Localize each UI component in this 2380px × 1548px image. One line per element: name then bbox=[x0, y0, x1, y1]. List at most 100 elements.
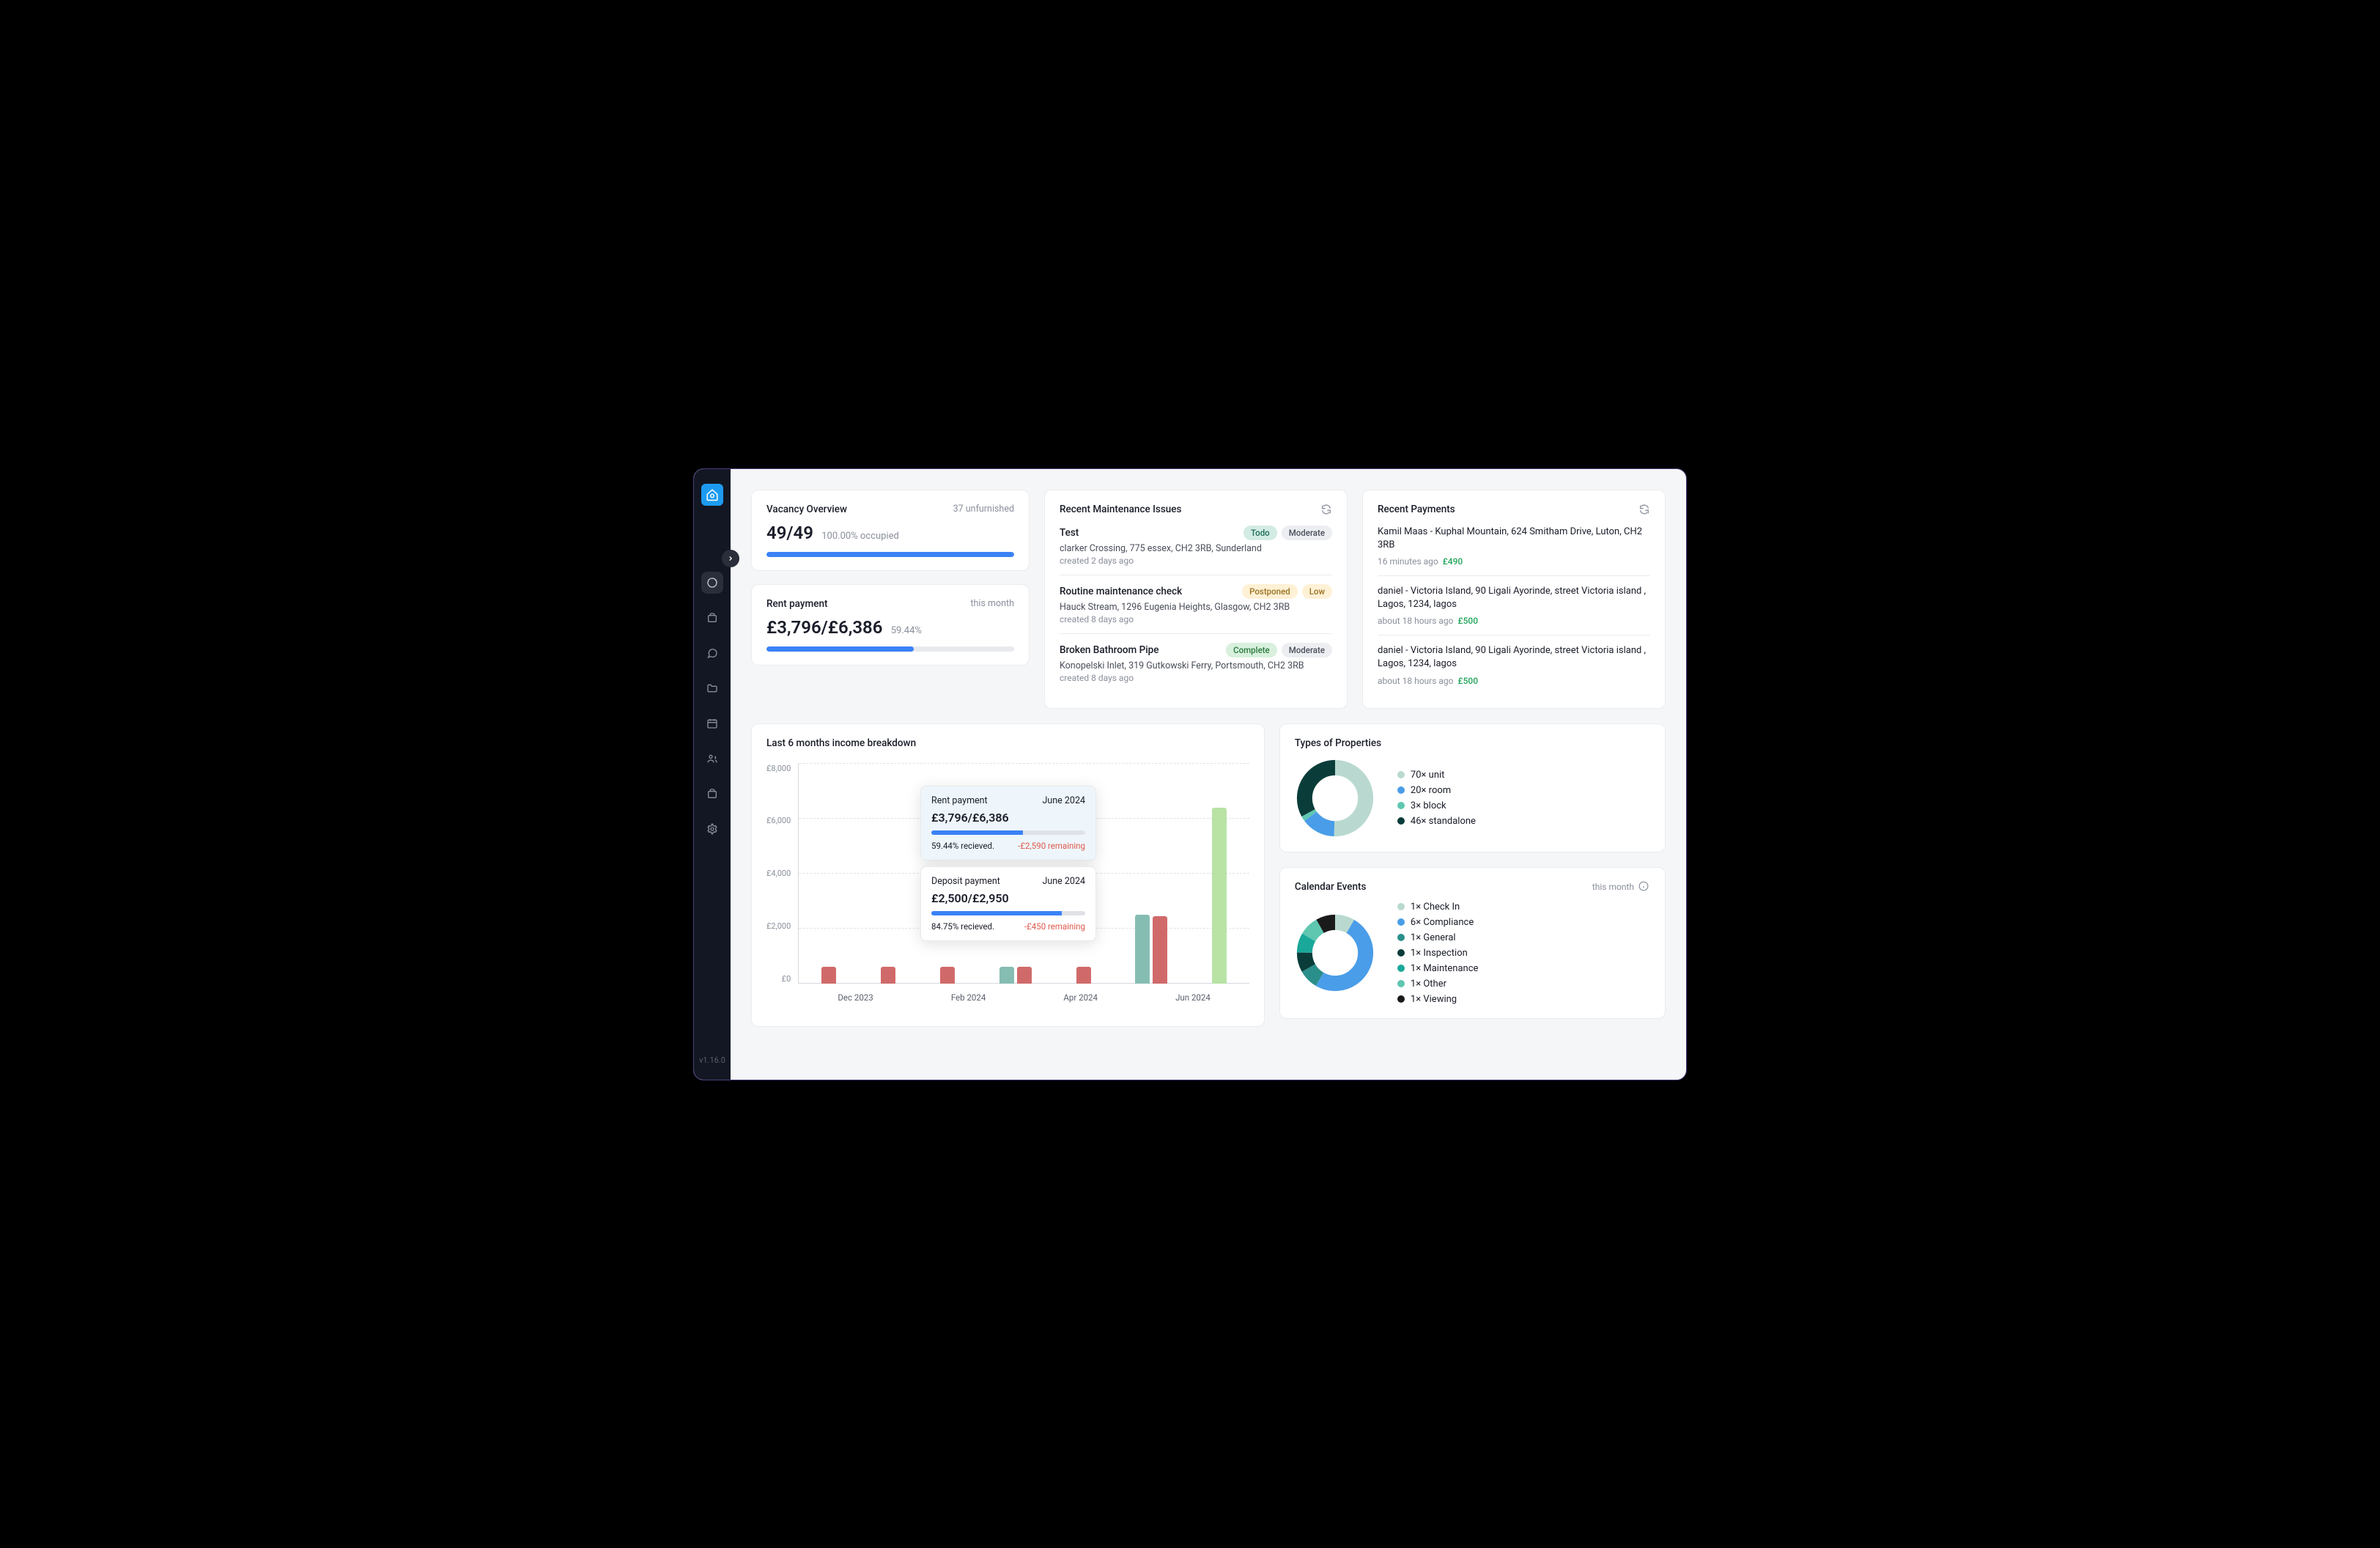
legend-item: 46× standalone bbox=[1397, 816, 1476, 827]
payment-amount: £490 bbox=[1443, 556, 1463, 567]
chart-tooltip: Deposit paymentJune 2024£2,500/£2,95084.… bbox=[920, 866, 1096, 941]
payment-description: daniel - Victoria Island, 90 Ligali Ayor… bbox=[1378, 644, 1650, 671]
nav-files[interactable] bbox=[701, 677, 723, 699]
rent-pct: 59.44% bbox=[891, 625, 922, 636]
property-types-title: Types of Properties bbox=[1295, 737, 1381, 749]
legend-text: 1× General bbox=[1411, 932, 1456, 943]
vacancy-unfurnished: 37 unfurnished bbox=[953, 504, 1014, 515]
legend-item: 1× Maintenance bbox=[1397, 963, 1479, 974]
vacancy-progress bbox=[766, 552, 1014, 557]
legend-item: 1× Viewing bbox=[1397, 994, 1479, 1005]
payment-amount: £500 bbox=[1458, 676, 1479, 686]
status-badge: Postponed bbox=[1242, 584, 1298, 599]
calendar-events-card: Calendar Events this month 1× Check In6×… bbox=[1279, 867, 1666, 1019]
legend-item: 6× Compliance bbox=[1397, 917, 1479, 928]
payment-time: about 18 hours ago bbox=[1378, 616, 1454, 626]
chart-y-axis: £8,000£6,000£4,000£2,000£0 bbox=[766, 764, 798, 984]
legend-item: 1× Other bbox=[1397, 978, 1479, 989]
x-tick-label: Jun 2024 bbox=[1175, 992, 1211, 1003]
vacancy-title: Vacancy Overview bbox=[766, 504, 847, 515]
x-tick-label: Apr 2024 bbox=[1063, 992, 1098, 1003]
income-chart-card: Last 6 months income breakdown £8,000£6,… bbox=[751, 723, 1265, 1027]
tooltip-remaining: -£2,590 remaining bbox=[1018, 841, 1085, 851]
tooltip-remaining: -£450 remaining bbox=[1024, 921, 1085, 932]
payment-description: Kamil Maas - Kuphal Mountain, 624 Smitha… bbox=[1378, 526, 1650, 552]
vacancy-stat: 49/49 bbox=[766, 523, 813, 543]
nav-contacts[interactable] bbox=[701, 748, 723, 770]
priority-badge: Moderate bbox=[1282, 526, 1332, 540]
legend-item: 20× room bbox=[1397, 785, 1476, 796]
tooltip-label: Rent payment bbox=[931, 795, 988, 806]
app-window: v1.16.0 Vacancy Overview 37 unfurnished … bbox=[693, 468, 1687, 1080]
legend-dot-icon bbox=[1397, 903, 1405, 910]
legend-dot-icon bbox=[1397, 965, 1405, 972]
info-icon[interactable] bbox=[1638, 881, 1650, 893]
legend-text: 70× unit bbox=[1411, 770, 1445, 781]
legend-text: 3× block bbox=[1411, 800, 1446, 811]
chart-title: Last 6 months income breakdown bbox=[766, 737, 916, 749]
chart-x-axis: Dec 2023Feb 2024Apr 2024Jun 2024 bbox=[799, 992, 1249, 1003]
chart-tooltips: Rent paymentJune 2024£3,796/£6,38659.44%… bbox=[920, 786, 1096, 941]
payment-item[interactable]: daniel - Victoria Island, 90 Ligali Ayor… bbox=[1378, 575, 1650, 635]
maintenance-item-location: Hauck Stream, 1296 Eugenia Heights, Glas… bbox=[1060, 602, 1332, 613]
payment-item[interactable]: Kamil Maas - Kuphal Mountain, 624 Smitha… bbox=[1378, 523, 1650, 575]
maintenance-card: Recent Maintenance Issues Test Todo Modera… bbox=[1044, 490, 1348, 709]
app-logo-icon[interactable] bbox=[701, 484, 723, 506]
tooltip-received: 84.75% recieved. bbox=[931, 921, 994, 932]
legend-item: 1× Check In bbox=[1397, 902, 1479, 913]
tooltip-period: June 2024 bbox=[1042, 795, 1085, 806]
maintenance-item-created: created 8 days ago bbox=[1060, 614, 1332, 624]
legend-text: 1× Maintenance bbox=[1411, 963, 1479, 974]
legend-dot-icon bbox=[1397, 949, 1405, 957]
status-badge: Todo bbox=[1243, 526, 1277, 540]
vacancy-occupied: 100.00% occupied bbox=[821, 531, 899, 542]
maintenance-item-title: Routine maintenance check bbox=[1060, 586, 1182, 597]
status-badge: Complete bbox=[1226, 643, 1277, 657]
legend-dot-icon bbox=[1397, 934, 1405, 941]
refresh-icon[interactable] bbox=[1320, 504, 1332, 515]
legend-dot-icon bbox=[1397, 786, 1405, 794]
version-label: v1.16.0 bbox=[699, 1055, 725, 1065]
refresh-icon[interactable] bbox=[1638, 504, 1650, 515]
rent-progress bbox=[766, 646, 1014, 652]
nav-properties[interactable] bbox=[701, 607, 723, 629]
sidebar-expand-button[interactable] bbox=[722, 550, 739, 567]
nav-calendar[interactable] bbox=[701, 712, 723, 734]
bar-group[interactable] bbox=[940, 967, 955, 984]
legend-text: 20× room bbox=[1411, 785, 1451, 796]
vacancy-card: Vacancy Overview 37 unfurnished 49/49 10… bbox=[751, 490, 1030, 571]
maintenance-item[interactable]: Test Todo Moderate clarker Crossing, 775 es… bbox=[1060, 523, 1332, 575]
maintenance-item-location: Konopelski Inlet, 319 Gutkowski Ferry, P… bbox=[1060, 660, 1332, 671]
maintenance-item[interactable]: Broken Bathroom PipeCompleteModerateKono… bbox=[1060, 633, 1332, 692]
main-content: Vacancy Overview 37 unfurnished 49/49 10… bbox=[731, 469, 1686, 1080]
payment-item[interactable]: daniel - Victoria Island, 90 Ligali Ayor… bbox=[1378, 635, 1650, 694]
legend-item: 1× General bbox=[1397, 932, 1479, 943]
maintenance-item-title: Test bbox=[1060, 527, 1079, 539]
tooltip-received: 59.44% recieved. bbox=[931, 841, 994, 851]
x-tick-label: Feb 2024 bbox=[951, 992, 986, 1003]
nav-messages[interactable] bbox=[701, 642, 723, 664]
legend-item: 1× Inspection bbox=[1397, 948, 1479, 959]
nav-tasks[interactable] bbox=[701, 783, 723, 805]
sidebar: v1.16.0 bbox=[694, 469, 731, 1080]
maintenance-title: Recent Maintenance Issues bbox=[1060, 504, 1181, 515]
legend-item: 70× unit bbox=[1397, 770, 1476, 781]
bar-group[interactable] bbox=[1212, 808, 1227, 983]
rent-title: Rent payment bbox=[766, 598, 827, 610]
bar-group[interactable] bbox=[1135, 915, 1167, 984]
legend-dot-icon bbox=[1397, 817, 1405, 825]
maintenance-item[interactable]: Routine maintenance checkPostponedLowHau… bbox=[1060, 575, 1332, 633]
legend-text: 1× Check In bbox=[1411, 902, 1460, 913]
chart-tooltip: Rent paymentJune 2024£3,796/£6,38659.44%… bbox=[920, 786, 1096, 860]
bar-group[interactable] bbox=[1076, 967, 1091, 984]
nav-settings[interactable] bbox=[701, 818, 723, 840]
bar-group[interactable] bbox=[821, 967, 836, 984]
payment-time: 16 minutes ago bbox=[1378, 556, 1438, 567]
payments-title: Recent Payments bbox=[1378, 504, 1455, 515]
bar-group[interactable] bbox=[881, 967, 895, 984]
tooltip-label: Deposit payment bbox=[931, 876, 1000, 887]
bar-group[interactable] bbox=[999, 967, 1032, 984]
maintenance-item-location: clarker Crossing, 775 essex, CH2 3RB, Su… bbox=[1060, 543, 1332, 554]
legend-item: 3× block bbox=[1397, 800, 1476, 811]
nav-dashboard[interactable] bbox=[701, 572, 723, 594]
